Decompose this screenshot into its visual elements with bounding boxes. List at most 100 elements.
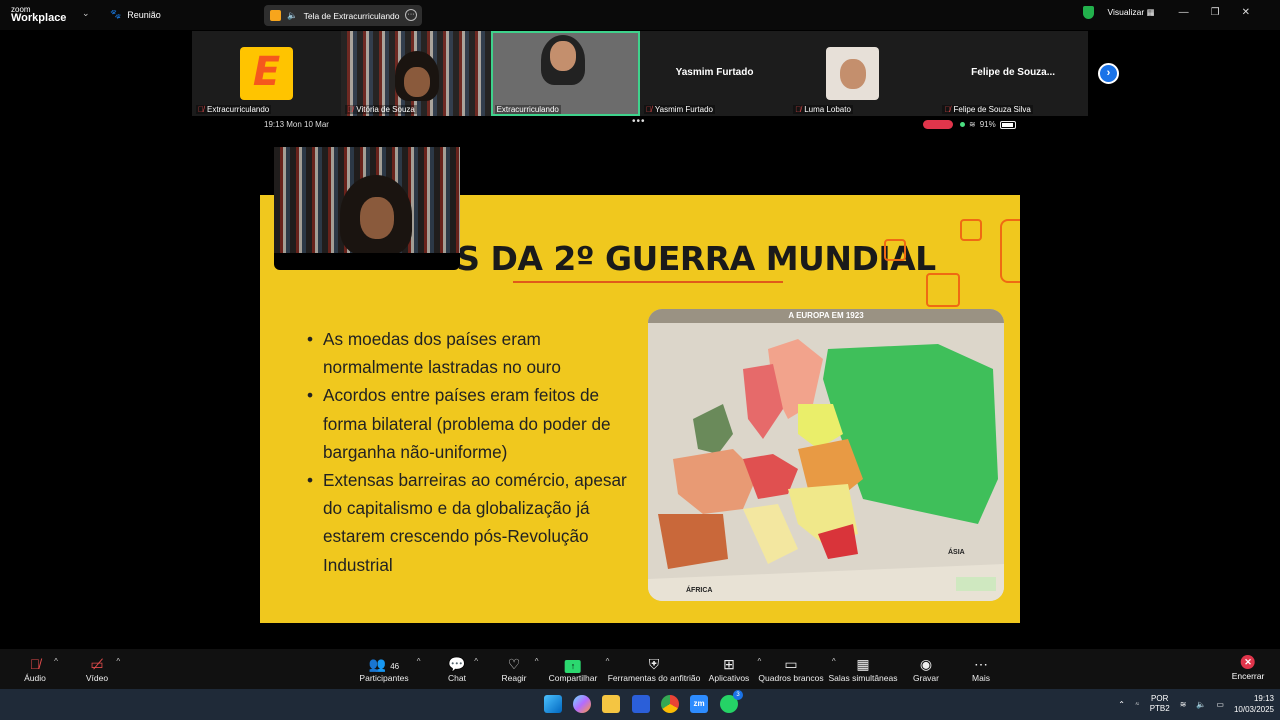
share-button[interactable]: ↑ Compartilhar ^ bbox=[549, 655, 610, 683]
wifi-icon: ≋ bbox=[969, 120, 976, 129]
system-clock[interactable]: 19:13 10/03/2025 bbox=[1234, 693, 1274, 715]
more-dots-icon: ••• bbox=[632, 116, 646, 127]
shared-time: 19:13 Mon 10 Mar bbox=[264, 120, 329, 129]
slide-bullets: As moedas dos países eram normalmente la… bbox=[305, 325, 635, 579]
caret-up-icon[interactable]: ^ bbox=[474, 657, 478, 666]
host-tools-button[interactable]: ⛨ Ferramentas do anfitrião bbox=[608, 655, 701, 683]
title-underline bbox=[513, 281, 783, 283]
participant-name: Felipe de Souza Silva bbox=[953, 105, 1031, 114]
heart-icon: ♡ bbox=[507, 656, 521, 672]
caret-up-icon[interactable]: ^ bbox=[116, 657, 120, 666]
bullet-item: As moedas dos países eram normalmente la… bbox=[305, 325, 635, 381]
participant-video bbox=[540, 35, 585, 85]
paw-icon: 🐾 bbox=[110, 9, 122, 19]
battery-icon[interactable]: ▭ bbox=[1216, 700, 1224, 709]
mic-muted-icon: 🎙̸ bbox=[29, 656, 41, 672]
extracurriculando-logo: E bbox=[240, 47, 293, 100]
chrome-icon[interactable] bbox=[661, 695, 679, 713]
map-illustration bbox=[648, 323, 1004, 601]
meeting-label: Reunião bbox=[127, 9, 161, 20]
copilot-icon[interactable] bbox=[573, 695, 591, 713]
participant-tile-active-speaker[interactable]: Extracurriculando bbox=[490, 31, 640, 116]
participant-strip: E 🎙̸ Extracurriculando 🎙̸ Vitória de Souza… bbox=[192, 31, 1088, 116]
participant-tile[interactable]: Felipe de Souza... 🎙̸ Felipe de Souza Sil… bbox=[938, 31, 1088, 116]
decor-square bbox=[1000, 219, 1020, 283]
volume-icon[interactable]: 🔈 bbox=[1196, 700, 1206, 709]
participant-video bbox=[395, 51, 440, 101]
meeting-toolbar: 🎙̸ Áudio ^ ▭̸ Vídeo ^ 👥 46 Participantes ^ 💬 Ch… bbox=[0, 649, 1280, 689]
record-button[interactable]: ◉ Gravar bbox=[913, 655, 939, 683]
network-icon[interactable]: ⍨ bbox=[1135, 699, 1140, 709]
apps-button[interactable]: ⊞ Aplicativos ^ bbox=[709, 655, 762, 683]
notification-badge: 3 bbox=[733, 690, 743, 700]
more-button[interactable]: ⋯ Mais bbox=[972, 655, 990, 683]
whiteboard-icon: ▭ bbox=[784, 656, 798, 672]
react-button[interactable]: ♡ Reagir ^ bbox=[501, 655, 538, 683]
bullet-item: Extensas barreiras ao comércio, apesar d… bbox=[305, 466, 635, 579]
wifi-icon[interactable]: ≋ bbox=[1180, 700, 1187, 709]
mic-off-icon: 🎙̸ bbox=[944, 105, 951, 114]
meeting-info-button[interactable]: 🐾 Reunião bbox=[110, 9, 161, 20]
close-icon: ✕ bbox=[1241, 655, 1255, 669]
chevron-down-icon[interactable]: ⌄ bbox=[82, 8, 90, 19]
zoom-logo: zoom Workplace bbox=[11, 5, 67, 24]
chat-icon: 💬 bbox=[448, 656, 466, 672]
chevron-up-icon[interactable]: ⌃ bbox=[1118, 700, 1125, 709]
whatsapp-icon[interactable]: 3 bbox=[720, 690, 743, 713]
caret-up-icon[interactable]: ^ bbox=[54, 657, 58, 666]
bullet-item: Acordos entre países eram feitos de form… bbox=[305, 381, 635, 466]
language-indicator[interactable]: POR PTB2 bbox=[1150, 694, 1170, 714]
screen-share-indicator[interactable]: 🔈 Tela de Extracurriculando ··· bbox=[264, 5, 422, 26]
end-meeting-button[interactable]: ✕ Encerrar bbox=[1232, 655, 1264, 681]
video-off-icon: ▭̸ bbox=[90, 656, 104, 672]
mic-off-icon: 🎙̸ bbox=[198, 105, 204, 114]
caret-up-icon[interactable]: ^ bbox=[417, 657, 421, 666]
apps-icon: ⊞ bbox=[723, 656, 735, 672]
file-explorer-icon[interactable] bbox=[602, 695, 620, 713]
decor-square bbox=[884, 239, 906, 261]
participant-tile[interactable]: 🎙̸ Luma Lobato bbox=[789, 31, 939, 116]
mic-off-icon: 🎙̸ bbox=[347, 105, 354, 114]
breakout-rooms-button[interactable]: ▦ Salas simultâneas bbox=[829, 655, 898, 683]
decor-square bbox=[960, 219, 982, 241]
store-icon[interactable] bbox=[632, 695, 650, 713]
participant-tile[interactable]: 🎙̸ Vitória de Souza bbox=[341, 31, 491, 116]
participant-display-name: Yasmim Furtado bbox=[675, 67, 754, 78]
speaker-icon: 🔈 bbox=[287, 10, 298, 20]
share-pill-label: Tela de Extracurriculando bbox=[303, 10, 400, 21]
restore-icon[interactable]: ❐ bbox=[1211, 7, 1220, 18]
participant-name: Yasmim Furtado bbox=[654, 105, 713, 114]
europe-1923-map: A EUROPA EM 1923 ÁFRICA ÁSIA bbox=[648, 309, 1004, 601]
zoom-taskbar-icon[interactable]: zm bbox=[690, 695, 708, 713]
more-icon: ⋯ bbox=[973, 656, 988, 672]
view-button[interactable]: Visualizar ▦ bbox=[1108, 7, 1155, 18]
camera-in-use-icon bbox=[960, 122, 965, 127]
participant-display-name: Felipe de Souza... bbox=[971, 67, 1056, 78]
mic-off-icon: 🎙̸ bbox=[795, 105, 802, 114]
participants-icon: 👥 46 bbox=[368, 656, 400, 672]
map-label-africa: ÁFRICA bbox=[686, 587, 713, 594]
encryption-shield-icon[interactable] bbox=[1082, 6, 1094, 19]
battery-icon bbox=[999, 120, 1016, 129]
video-button[interactable]: ▭̸ Vídeo ^ bbox=[86, 655, 120, 683]
shared-device-status-bar: 19:13 Mon 10 Mar ••• ≋ 91% bbox=[260, 116, 1020, 132]
presenter-video-pip[interactable] bbox=[274, 132, 460, 270]
next-page-button[interactable]: › bbox=[1098, 63, 1119, 84]
decor-square bbox=[926, 273, 960, 307]
participant-tile[interactable]: E 🎙̸ Extracurriculando bbox=[192, 31, 342, 116]
breakout-rooms-icon: ▦ bbox=[856, 656, 870, 672]
minimize-icon[interactable]: — bbox=[1179, 7, 1189, 18]
caret-up-icon[interactable]: ^ bbox=[535, 657, 539, 666]
participants-button[interactable]: 👥 46 Participantes ^ bbox=[359, 655, 420, 683]
participant-video bbox=[340, 175, 412, 253]
more-options-icon[interactable]: ··· bbox=[405, 9, 417, 21]
participant-name: Extracurriculando bbox=[207, 105, 270, 114]
participant-tile[interactable]: Yasmim Furtado 🎙̸ Yasmim Furtado bbox=[639, 31, 790, 116]
audio-button[interactable]: 🎙̸ Áudio ^ bbox=[24, 655, 58, 683]
shield-icon: ⛨ bbox=[648, 656, 660, 672]
close-icon[interactable]: ✕ bbox=[1242, 7, 1250, 18]
recording-indicator bbox=[923, 120, 953, 129]
windows-start-icon[interactable] bbox=[544, 695, 562, 713]
chat-button[interactable]: 💬 Chat ^ bbox=[448, 655, 478, 683]
whiteboards-button[interactable]: ▭ Quadros brancos ^ bbox=[758, 655, 835, 683]
